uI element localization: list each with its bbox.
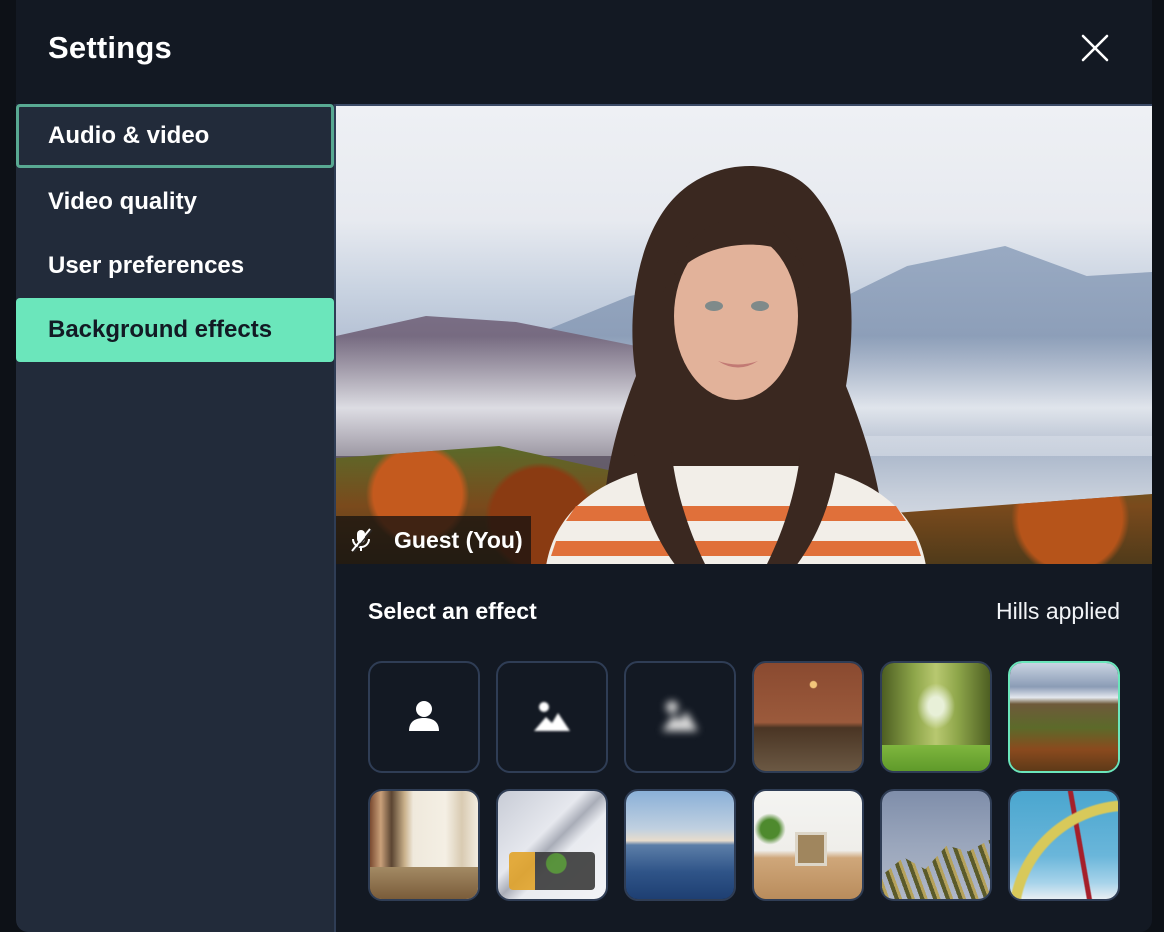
effect-tile-brick-wall[interactable]	[752, 661, 864, 773]
effects-title: Select an effect	[368, 598, 537, 624]
effect-tile-bright-room[interactable]	[752, 789, 864, 901]
image-blur-light-icon	[534, 702, 570, 731]
sidebar-item-user-preferences[interactable]: User preferences	[16, 234, 334, 298]
effect-tile-ocean[interactable]	[624, 789, 736, 901]
sidebar-item-video-quality[interactable]: Video quality	[16, 170, 334, 234]
effect-tile-none[interactable]	[368, 661, 480, 773]
video-preview: Guest (You)	[336, 104, 1152, 564]
brick-wall-thumbnail	[754, 663, 862, 771]
roller-coaster-thumbnail	[1010, 791, 1118, 899]
effect-tile-blur-slight[interactable]	[496, 661, 608, 773]
bright-room-thumbnail	[754, 791, 862, 899]
background-effects-panel: Guest (You) Select an effect Hills appli…	[336, 104, 1152, 932]
effects-grid	[368, 661, 1120, 901]
participant-silhouette	[546, 166, 926, 564]
dialog-title: Settings	[48, 30, 172, 65]
sidebar-item-label: Audio & video	[48, 122, 210, 149]
sidebar-item-label: Video quality	[48, 188, 197, 215]
participant-name-tag: Guest (You)	[336, 516, 531, 564]
effect-tile-trees[interactable]	[880, 661, 992, 773]
sidebar-item-audio-video[interactable]: Audio & video	[16, 104, 334, 168]
settings-sidebar: Audio & video Video quality User prefere…	[16, 104, 336, 932]
image-blur-strong-icon	[662, 701, 698, 731]
lounge-thumbnail	[498, 791, 606, 899]
effect-tile-blur-strong[interactable]	[624, 661, 736, 773]
effect-tile-hills[interactable]	[1008, 661, 1120, 773]
sidebar-item-label: User preferences	[48, 252, 245, 279]
effects-header: Select an effect Hills applied	[368, 598, 1120, 625]
ocean-thumbnail	[626, 791, 734, 899]
microphone-off-icon	[351, 528, 373, 553]
palm-thumbnail	[882, 791, 990, 899]
dialog-header: Settings	[16, 0, 1152, 104]
library-thumbnail	[370, 791, 478, 899]
sidebar-item-background-effects[interactable]: Background effects	[16, 298, 334, 362]
settings-dialog: Settings Audio & video Video quality Use…	[16, 0, 1152, 932]
trees-thumbnail	[882, 663, 990, 771]
close-icon	[1081, 34, 1109, 62]
sidebar-item-label: Background effects	[48, 316, 273, 343]
effect-tile-roller-coaster[interactable]	[1008, 789, 1120, 901]
close-button[interactable]	[1078, 31, 1112, 65]
effect-tile-lounge[interactable]	[496, 789, 608, 901]
effect-status: Hills applied	[995, 598, 1120, 624]
effect-tile-library[interactable]	[368, 789, 480, 901]
person-icon	[409, 701, 439, 731]
hills-thumbnail	[1010, 663, 1118, 771]
effect-tile-palm[interactable]	[880, 789, 992, 901]
participant-name: Guest (You)	[394, 526, 523, 553]
